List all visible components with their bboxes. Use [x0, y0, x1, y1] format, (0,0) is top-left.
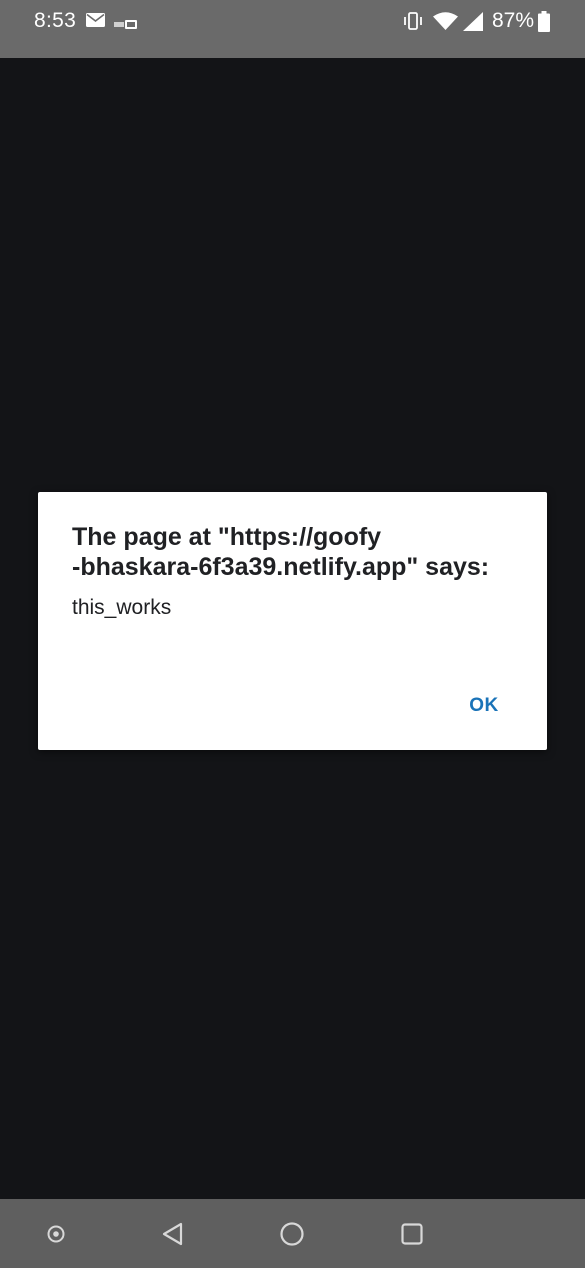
dialog-title-line-2: -bhaskara-6f3a39.netlify.app" says: — [72, 553, 490, 581]
navigation-bar — [0, 1199, 585, 1268]
home-icon[interactable] — [275, 1217, 309, 1251]
dialog-title-line-1: The page at "https://goofy — [72, 523, 382, 551]
recents-icon[interactable] — [395, 1217, 429, 1251]
signal-icon — [463, 12, 483, 36]
battery-icon — [538, 11, 550, 37]
back-icon[interactable] — [156, 1217, 190, 1251]
notification-badge-icon — [114, 16, 137, 34]
dialog-title: The page at "https://goofy -bhaskara-6f3… — [72, 522, 522, 582]
wifi-icon — [433, 12, 458, 36]
alert-dialog: The page at "https://goofy -bhaskara-6f3… — [38, 492, 547, 750]
vibrate-icon — [403, 11, 423, 36]
screen: 8:53 87% The page at "https://goofy -bha… — [0, 0, 585, 1268]
mail-icon — [86, 13, 105, 32]
ok-button[interactable]: OK — [452, 688, 516, 724]
status-time: 8:53 — [34, 9, 77, 32]
battery-percent: 87% — [492, 9, 535, 32]
dialog-message: this_works — [72, 596, 172, 619]
status-bar: 8:53 87% — [0, 0, 585, 58]
assistant-icon[interactable] — [39, 1217, 73, 1251]
